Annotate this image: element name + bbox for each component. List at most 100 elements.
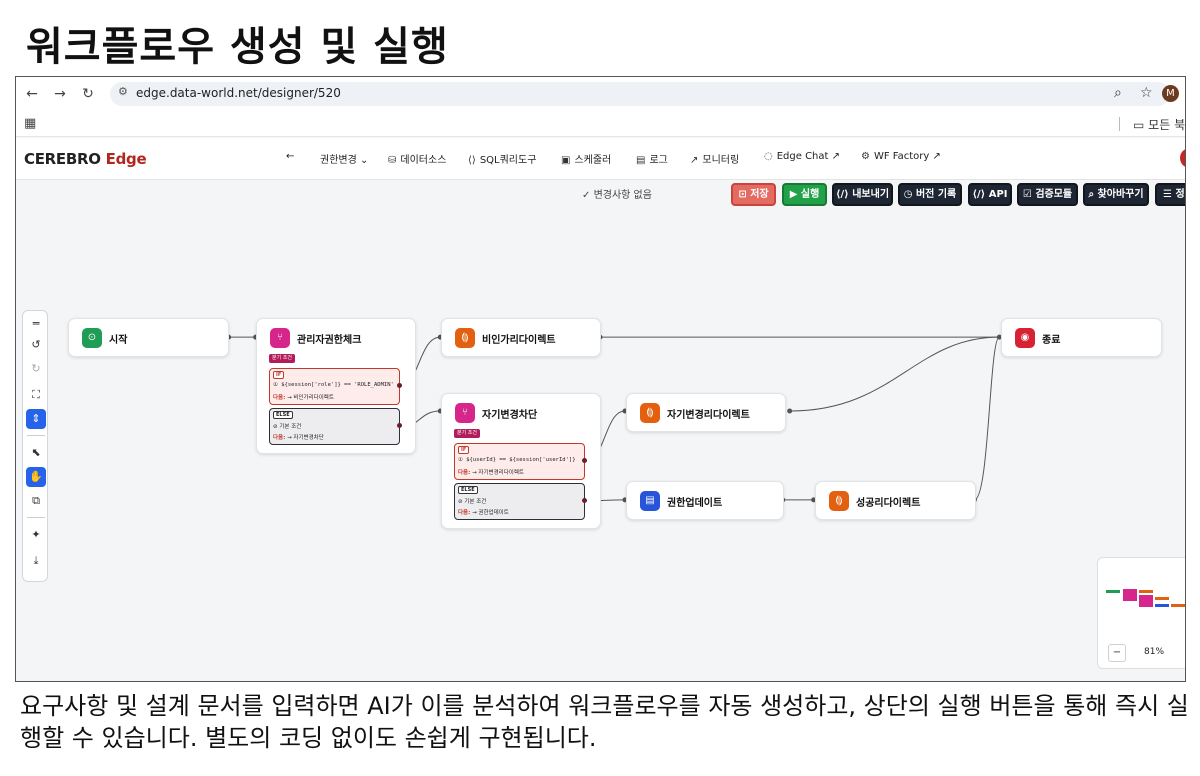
branch-port[interactable] [582, 498, 587, 503]
profile-avatar[interactable]: M [1162, 85, 1179, 102]
node-start[interactable]: ⊙ 시작 [68, 318, 229, 357]
nav-wf-factory[interactable]: ⚙ WF Factory ↗ [861, 151, 941, 162]
zoom-level: 81% [1144, 647, 1165, 657]
forward-arrow-icon[interactable]: → [50, 84, 70, 104]
app-header: CEREBRO Edge ← 권한변경 ⌄ ⛁ 데이터소스 ⟨⟩ SQL쿼리도구 ▣… [16, 138, 1185, 180]
slide-title: 워크플로우 생성 및 실행 [26, 24, 449, 70]
minimap-node [1155, 604, 1169, 607]
nav-log[interactable]: ▤ 로그 [636, 151, 668, 166]
back-arrow-icon[interactable]: ← [22, 84, 42, 104]
external-link-icon: ↗ [932, 151, 941, 162]
branch-condition: ⊘ 기본 조건 [458, 499, 487, 505]
node-self-change-redirect[interactable]: ⟬⟭ 자기변경리다이렉트 [626, 393, 786, 432]
port [787, 408, 793, 414]
node-permission-update[interactable]: ▤ 권한업데이트 [626, 481, 784, 520]
node-label: 관리자권한체크 [297, 335, 362, 346]
minimap-node [1106, 590, 1120, 593]
branch-else[interactable]: ELSE ⊘ 기본 조건 다음: → 권한업데이트 [454, 483, 587, 520]
nav-label: 모니터링 [702, 155, 740, 166]
calendar-icon: ▣ [561, 155, 571, 166]
nav-workflow-select[interactable]: 권한변경 ⌄ [320, 151, 368, 166]
document-icon: ▤ [636, 155, 646, 166]
next-target: → 자기변경차단 [287, 435, 324, 441]
redirect-icon: ⟬⟭ [455, 328, 475, 348]
minimap-node [1123, 589, 1137, 601]
branch-tag: 분기 조건 [454, 429, 480, 438]
url-text[interactable]: edge.data-world.net/designer/520 [136, 86, 341, 100]
branch-next: 다음: → 비인가리다이렉트 [273, 393, 334, 401]
folder-icon: ▭ [1133, 118, 1145, 132]
minimap-node [1171, 604, 1185, 607]
branch-port[interactable] [397, 423, 402, 428]
apps-grid-icon[interactable]: ▦ [24, 116, 36, 131]
branch-next: 다음: → 권한업데이트 [458, 508, 509, 516]
next-target: → 권한업데이트 [472, 510, 509, 516]
bookmarks-divider [1119, 117, 1120, 131]
node-non-admin-redirect[interactable]: ⟬⟭ 비인가리다이렉트 [441, 318, 601, 357]
brand-name: CEREBRO [24, 150, 101, 168]
nav-sql-tool[interactable]: ⟨⟩ SQL쿼리도구 [468, 151, 536, 166]
node-label: 권한업데이트 [667, 498, 723, 509]
nav-label: 로그 [649, 155, 668, 166]
bookmark-folder-label: 모든 북 [1148, 118, 1186, 132]
next-label: 다음: [458, 470, 471, 476]
branch-tag: 분기 조건 [269, 354, 295, 363]
url-bar[interactable]: ⚙ edge.data-world.net/designer/520 ⌕ ☆ [110, 82, 1170, 106]
nav-datasource[interactable]: ⛁ 데이터소스 [388, 151, 446, 166]
if-keyword: IF [273, 371, 285, 379]
bookmark-star-icon[interactable]: ☆ [1140, 85, 1153, 101]
minimap-node [1139, 590, 1153, 593]
nav-label: WF Factory [873, 151, 930, 162]
user-avatar[interactable] [1180, 148, 1185, 168]
branch-condition: ① ${session['role']} == 'ROLE_ADMIN' [273, 382, 394, 388]
next-target: → 비인가리다이렉트 [287, 395, 334, 401]
branch-if[interactable]: IF ① ${session['role']} == 'ROLE_ADMIN' … [269, 368, 402, 405]
reload-icon[interactable]: ↻ [78, 84, 98, 104]
minimap-node [1155, 597, 1169, 600]
node-label: 종료 [1042, 335, 1061, 346]
back-arrow-icon[interactable]: ← [286, 151, 294, 162]
redirect-icon: ⟬⟭ [829, 491, 849, 511]
node-success-redirect[interactable]: ⟬⟭ 성공리다이렉트 [815, 481, 976, 520]
branch-port[interactable] [582, 458, 587, 463]
minimap[interactable]: − 81% [1097, 557, 1185, 669]
branch-icon: ⑂ [270, 328, 290, 348]
zoom-icon[interactable]: ⌕ [1114, 85, 1122, 101]
branch-else[interactable]: ELSE ⊘ 기본 조건 다음: → 자기변경차단 [269, 408, 402, 445]
node-end[interactable]: ◉ 종료 [1001, 318, 1162, 357]
brand-logo[interactable]: CEREBRO Edge [24, 150, 147, 168]
browser-screenshot: ← → ↻ ⚙ edge.data-world.net/designer/520… [15, 76, 1186, 682]
brand-accent: Edge [105, 150, 147, 168]
chat-icon: ◌ [764, 151, 773, 162]
node-self-change-block[interactable]: ⑂ 자기변경차단 분기 조건 IF ① ${userId} == ${sessi… [441, 393, 601, 529]
minimap-node [1139, 595, 1153, 607]
nav-monitoring[interactable]: ↗ 모니터링 [690, 151, 739, 166]
external-link-icon: ↗ [831, 151, 841, 162]
workflow-canvas[interactable]: ✓ 변경사항 없음 ⊡ 저장 ▶ 실행 ⟨/⟩ 내보내기 ◷ 버전 기록 ⟨/⟩… [16, 180, 1185, 681]
default-cond: 기본 조건 [279, 424, 302, 430]
branch-condition: ① ${userId} == ${session['userId']} [458, 457, 576, 463]
next-label: 다음: [458, 510, 471, 516]
else-keyword: ELSE [458, 486, 478, 494]
stop-circle-icon: ◉ [1015, 328, 1035, 348]
nav-scheduler[interactable]: ▣ 스케줄러 [561, 151, 611, 166]
next-label: 다음: [273, 395, 286, 401]
site-settings-icon[interactable]: ⚙ [118, 85, 128, 98]
bookmark-folder[interactable]: ▭ 모든 북 [1133, 116, 1185, 133]
address-bar-row: ← → ↻ ⚙ edge.data-world.net/designer/520… [16, 77, 1185, 111]
node-label: 자기변경차단 [482, 410, 538, 421]
branch-icon: ⑂ [455, 403, 475, 423]
node-label: 비인가리다이렉트 [482, 335, 556, 346]
nav-label: 데이터소스 [400, 155, 447, 166]
gear-icon: ⚙ [861, 151, 870, 162]
play-circle-icon: ⊙ [82, 328, 102, 348]
nav-label: SQL쿼리도구 [479, 155, 537, 166]
nav-edge-chat[interactable]: ◌ Edge Chat ↗ [764, 151, 840, 162]
branch-next: 다음: → 자기변경리다이렉트 [458, 468, 524, 476]
node-admin-check[interactable]: ⑂ 관리자권한체크 분기 조건 IF ① ${session['role']} … [256, 318, 416, 454]
branch-if[interactable]: IF ① ${userId} == ${session['userId']} 다… [454, 443, 587, 480]
branch-port[interactable] [397, 383, 402, 388]
zoom-out-button[interactable]: − [1108, 644, 1126, 662]
redirect-icon: ⟬⟭ [640, 403, 660, 423]
node-label: 시작 [109, 335, 128, 346]
